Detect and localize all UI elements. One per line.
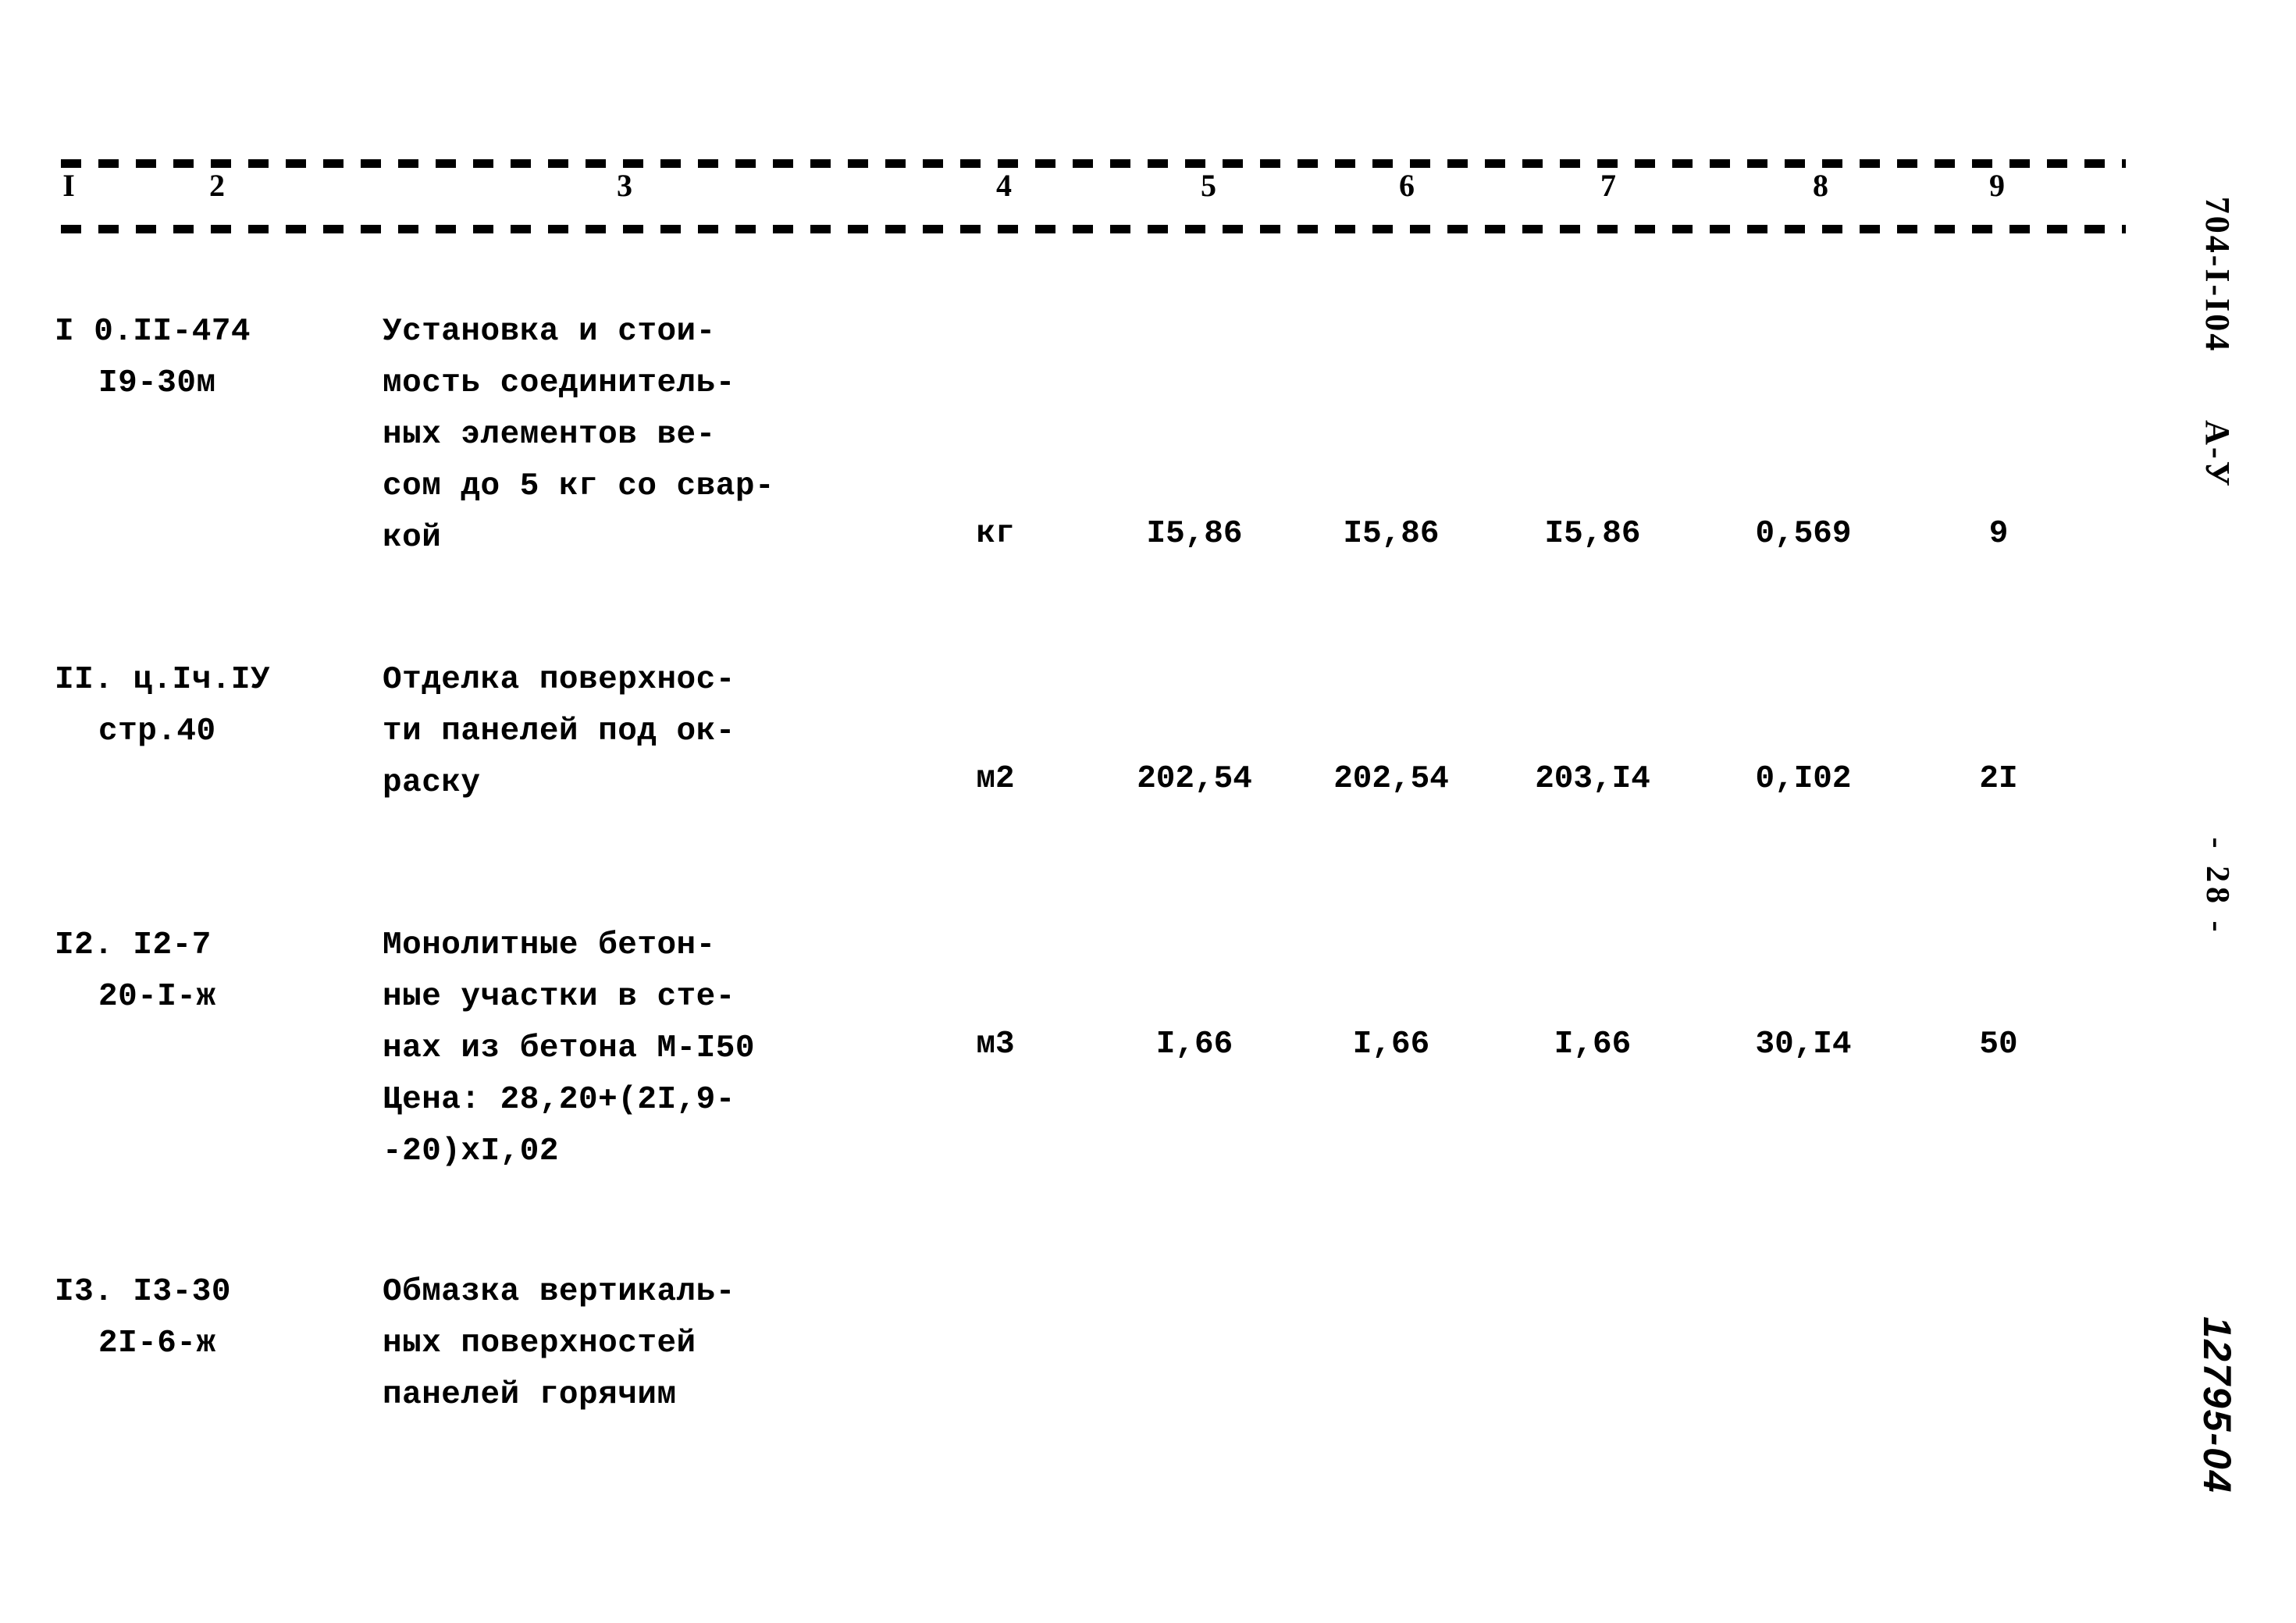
row-code-line2: стр.40 (98, 714, 216, 749)
column-number-1: I (62, 168, 75, 203)
row-col7: I5,86 (1544, 516, 1641, 552)
row-code-line2: 20-I-ж (98, 979, 216, 1015)
row-col9: 50 (1979, 1027, 2018, 1062)
row-col6: I,66 (1352, 1027, 1430, 1062)
row-description: Установка и стои- мость соединитель- ных… (383, 306, 929, 564)
row-code-line2: I9-30м (98, 365, 216, 401)
row-description: Монолитные бетон- ные участки в сте- нах… (383, 920, 929, 1177)
row-col8: 30,I4 (1755, 1027, 1852, 1062)
row-description: Отделка поверхнос- ти панелей под ок- ра… (383, 654, 929, 809)
row-unit: м3 (976, 1027, 1015, 1062)
row-col5: I,66 (1155, 1027, 1233, 1062)
desc-line: мость соединитель- (383, 365, 735, 401)
row-code-line1: I2. I2-7 (55, 927, 212, 963)
row-col8: 0,I02 (1755, 761, 1852, 797)
row-code: II. ц.Iч.IУ стр.40 (55, 654, 367, 757)
desc-line: ных элементов ве- (383, 417, 716, 453)
row-col5: 202,54 (1137, 761, 1252, 797)
row-col9: 9 (1988, 516, 2009, 552)
desc-line: Цена: 28,20+(2I,9- (383, 1082, 735, 1118)
desc-line: ных поверхностей (383, 1326, 696, 1361)
row-code: I 0.II-474 I9-30м (55, 306, 367, 409)
column-number-7: 7 (1600, 168, 1616, 203)
document-page: I 2 3 4 5 6 7 8 9 I 0.II-474 I9-30м Устан… (0, 0, 2296, 1623)
row-col6: I5,86 (1343, 516, 1440, 552)
row-col8: 0,569 (1755, 516, 1852, 552)
desc-line: кой (383, 520, 442, 556)
column-number-8: 8 (1813, 168, 1828, 203)
desc-line: Отделка поверхнос- (383, 662, 735, 698)
row-code-line2: 2I-6-ж (98, 1326, 216, 1361)
desc-line: Обмазка вертикаль- (383, 1274, 735, 1310)
row-code-line1: I 0.II-474 (55, 314, 251, 350)
desc-line: нах из бетона М-I50 (383, 1030, 755, 1066)
row-code-line1: II. ц.Iч.IУ (55, 662, 271, 698)
desc-line: Установка и стои- (383, 314, 716, 350)
desc-line: Монолитные бетон- (383, 927, 716, 963)
column-number-9: 9 (1989, 168, 2005, 203)
row-unit: м2 (976, 761, 1015, 797)
row-description: Обмазка вертикаль- ных поверхностей пане… (383, 1266, 929, 1421)
margin-document-suffix: А-У (2198, 420, 2237, 489)
margin-page-number: - 28 - (2199, 837, 2235, 937)
row-code: I2. I2-7 20-I-ж (55, 920, 367, 1023)
desc-line: ти панелей под ок- (383, 714, 735, 749)
margin-stamp-number: 12795-04 (2195, 1316, 2239, 1494)
desc-line: раску (383, 765, 481, 801)
row-col7: I,66 (1554, 1027, 1632, 1062)
desc-line: -20)хI,02 (383, 1134, 559, 1169)
desc-line: панелей горячим (383, 1377, 677, 1413)
row-col7: 203,I4 (1535, 761, 1650, 797)
row-unit: кг (976, 516, 1015, 552)
header-dashed-rule-bottom (61, 225, 2126, 233)
column-number-2: 2 (209, 168, 225, 203)
header-dashed-rule-top (61, 159, 2126, 168)
column-number-5: 5 (1201, 168, 1216, 203)
row-col5: I5,86 (1146, 516, 1243, 552)
column-number-4: 4 (996, 168, 1012, 203)
row-col6: 202,54 (1333, 761, 1449, 797)
row-code: I3. I3-30 2I-6-ж (55, 1266, 367, 1369)
column-number-6: 6 (1399, 168, 1415, 203)
desc-line: сом до 5 кг со свар- (383, 468, 775, 504)
row-code-line1: I3. I3-30 (55, 1274, 231, 1310)
row-col9: 2I (1979, 761, 2018, 797)
column-number-3: 3 (617, 168, 632, 203)
desc-line: ные участки в сте- (383, 979, 735, 1015)
